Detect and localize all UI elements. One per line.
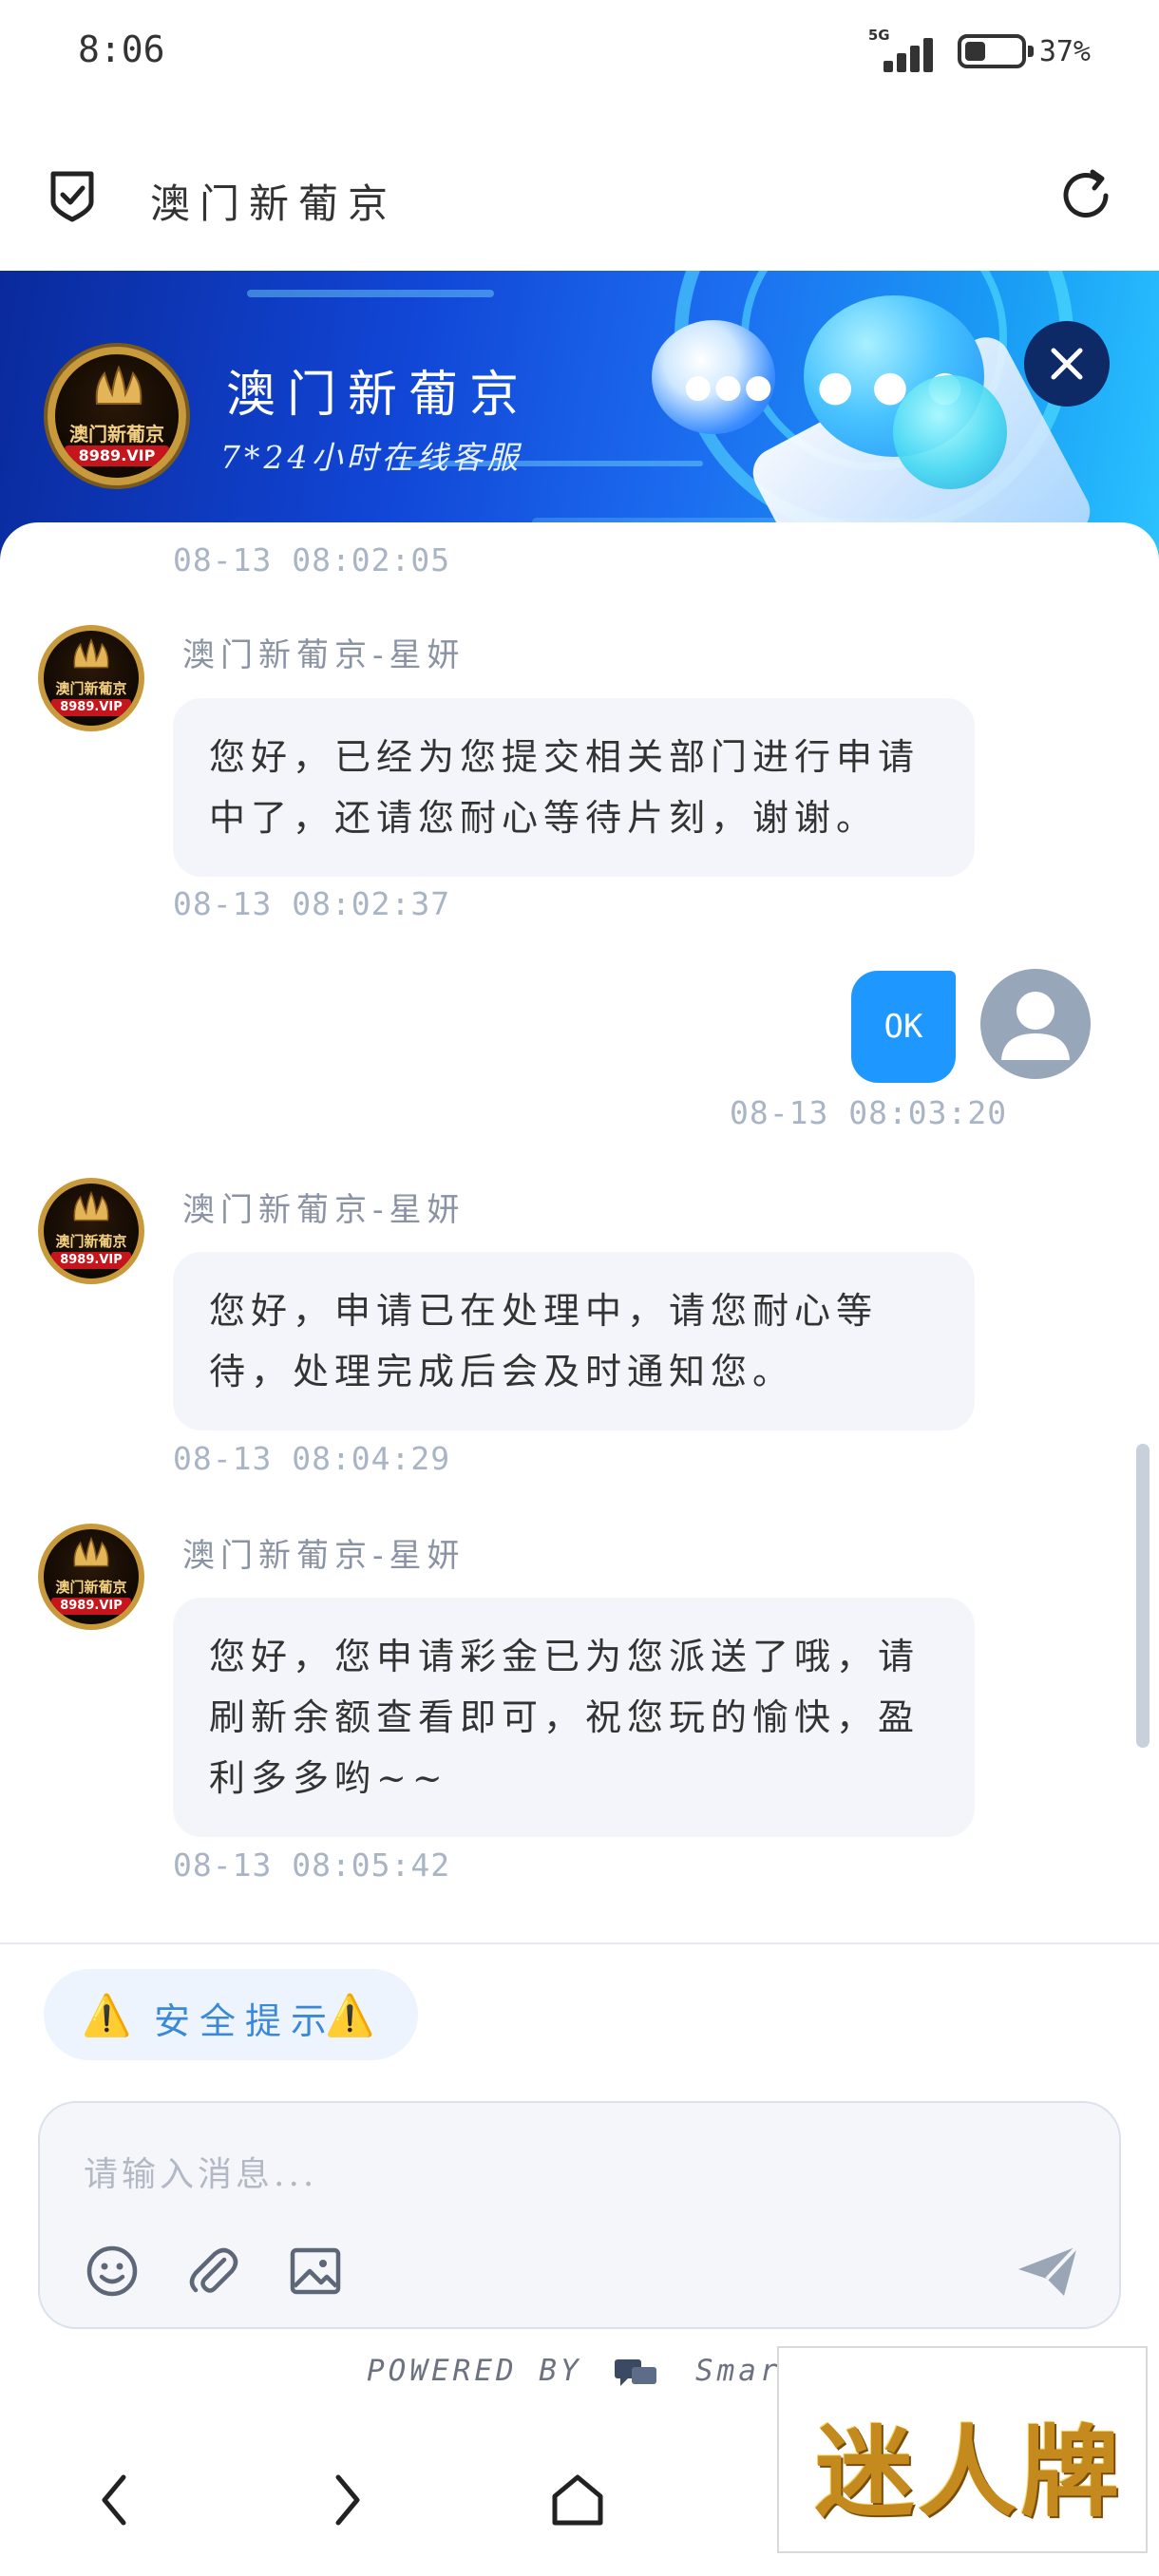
agent-name: 澳门新葡京-星妍: [182, 1537, 466, 1575]
agent-avatar: 澳门新葡京 8989.VIP: [38, 1178, 144, 1284]
app-bar: 澳门新葡京: [0, 109, 1159, 271]
avatar-text: 澳门新葡京: [55, 1233, 127, 1250]
avatar-text: 澳门新葡京: [55, 680, 127, 697]
message-timestamp: 08-13 08:03:20: [730, 1094, 1008, 1131]
message-input-placeholder: 请输入消息...: [84, 2155, 318, 2194]
logo-badge: 8989.VIP: [65, 445, 169, 466]
warning-icon: ⚠️: [82, 1992, 132, 2038]
status-indicators: 5G 37%: [868, 27, 1091, 76]
crown-icon: [95, 366, 142, 405]
user-message: OK: [851, 971, 956, 1083]
chat-logo-icon: [615, 2358, 657, 2386]
chat-bubble-illustration: ●●●: [652, 320, 775, 434]
battery-percent: 37%: [1038, 34, 1091, 68]
attachment-icon[interactable]: [182, 2241, 243, 2301]
agent-avatar: 澳门新葡京 8989.VIP: [38, 625, 144, 731]
brand-logo: 澳门新葡京 8989.VIP: [48, 347, 186, 485]
user-icon: [1001, 992, 1070, 1060]
message-timestamp: 08-13 08:04:29: [173, 1440, 451, 1477]
powered-prefix: POWERED BY: [367, 2354, 582, 2388]
avatar-badge: 8989.VIP: [51, 1252, 131, 1269]
shield-check-icon[interactable]: [44, 166, 101, 223]
user-avatar: [980, 969, 1091, 1079]
message-timestamp: 08-13 08:05:42: [173, 1847, 451, 1884]
chat-messages[interactable]: 08-13 08:02:05 澳门新葡京 8989.VIP 澳门新葡京-星妍 您…: [0, 522, 1159, 1942]
battery-icon: [957, 34, 1034, 68]
send-icon[interactable]: [1015, 2241, 1081, 2301]
image-icon[interactable]: [285, 2241, 346, 2301]
emoji-icon[interactable]: [82, 2241, 142, 2301]
bubble-illustration: [893, 375, 1007, 489]
forward-icon[interactable]: [317, 2472, 374, 2529]
home-icon[interactable]: [549, 2472, 606, 2529]
chat-scrollbar[interactable]: [1136, 1444, 1150, 1748]
safety-tip-label: 安全提示: [154, 2000, 337, 2042]
watermark-logo: 迷人牌: [777, 2346, 1148, 2553]
agent-message: 您好，申请已在处理中，请您耐心等待，处理完成后会及时通知您。: [173, 1252, 975, 1430]
reload-icon[interactable]: [1054, 164, 1117, 227]
network-type: 5G: [867, 27, 890, 44]
avatar-text: 澳门新葡京: [55, 1579, 127, 1596]
message-input[interactable]: 请输入消息...: [38, 2101, 1121, 2329]
status-bar: 8:06 5G 37%: [0, 0, 1159, 109]
banner-title: 澳门新葡京: [226, 367, 531, 424]
close-button[interactable]: [1024, 321, 1110, 407]
page-title: 澳门新葡京: [150, 180, 398, 227]
message-timestamp: 08-13 08:02:05: [173, 541, 451, 578]
close-icon: [1051, 348, 1083, 380]
avatar-badge: 8989.VIP: [51, 1598, 131, 1615]
signal-icon: 5G: [868, 27, 944, 76]
banner-subtitle: 7*24小时在线客服: [220, 439, 522, 476]
agent-message: 您好，您申请彩金已为您派送了哦，请刷新余额查看即可，祝您玩的愉快，盈利多多哟~~: [173, 1598, 975, 1837]
composer: ⚠️ 安全提示 ⚠️ 请输入消息...: [0, 1942, 1159, 2360]
agent-name: 澳门新葡京-星妍: [182, 636, 466, 674]
message-timestamp: 08-13 08:02:37: [173, 885, 451, 922]
agent-message: 您好，已经为您提交相关部门进行申请中了，还请您耐心等待片刻，谢谢。: [173, 698, 975, 877]
logo-text: 澳门新葡京: [69, 423, 164, 445]
back-icon[interactable]: [87, 2472, 144, 2529]
warning-icon: ⚠️: [325, 1992, 375, 2038]
status-time: 8:06: [78, 28, 165, 70]
avatar-badge: 8989.VIP: [51, 699, 131, 716]
agent-name: 澳门新葡京-星妍: [182, 1191, 466, 1229]
agent-avatar: 澳门新葡京 8989.VIP: [38, 1524, 144, 1630]
safety-tip-button[interactable]: ⚠️ 安全提示 ⚠️: [44, 1969, 418, 2060]
watermark-text: 迷人牌: [815, 2414, 1124, 2530]
